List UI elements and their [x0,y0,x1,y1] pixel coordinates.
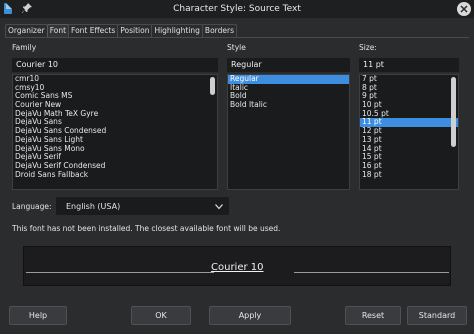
tab-font[interactable]: Font [46,24,70,37]
list-item[interactable]: 18 pt [360,170,458,180]
family-scrollbar[interactable] [210,77,215,95]
close-button[interactable] [457,2,471,16]
preview-text: Courier 10 [211,262,264,273]
language-select[interactable]: English (USA) [56,197,229,215]
tab-highlighting[interactable]: Highlighting [151,24,203,37]
style-label: Style [227,43,246,52]
list-item[interactable]: Bold Italic [228,100,349,110]
tab-organizer[interactable]: Organizer [5,24,48,37]
font-notice: This font has not been installed. The cl… [12,224,281,233]
tab-position[interactable]: Position [117,24,153,37]
apply-button[interactable]: Apply [209,306,291,325]
baseline-right [294,272,449,273]
tab-font-effects[interactable]: Font Effects [68,24,119,37]
standard-button[interactable]: Standard [407,306,467,325]
tab-borders[interactable]: Borders [201,24,237,37]
size-label: Size: [359,43,377,52]
reset-button[interactable]: Reset [345,306,401,325]
list-item[interactable]: Droid Sans Fallback [13,170,217,180]
style-list[interactable]: Regular Italic Bold Bold Italic [227,74,350,190]
tab-panel-divider [5,37,469,38]
language-label: Language: [12,202,52,211]
family-list[interactable]: cmr10 cmsy10 Comic Sans MS Courier New D… [12,74,218,190]
chevron-down-icon [215,204,223,210]
ok-button[interactable]: OK [131,306,191,325]
style-input[interactable]: Regular [227,58,350,72]
font-preview: Courier 10 [23,246,451,286]
language-value: English (USA) [66,202,121,211]
family-label: Family [12,43,37,52]
size-list[interactable]: 7 pt 8 pt 9 pt 10 pt 10.5 pt 11 pt 12 pt… [359,74,459,190]
size-input[interactable]: 11 pt [359,58,459,72]
window-title: Character Style: Source Text [173,4,301,14]
size-scrollbar[interactable] [451,77,456,147]
family-input[interactable]: Courier 10 [12,58,218,72]
title-bar: Character Style: Source Text [0,0,474,18]
tab-bar: Organizer Font Font Effects Position Hig… [5,24,237,37]
help-button[interactable]: Help [9,306,67,325]
baseline-left [26,272,214,273]
close-icon [460,5,468,13]
